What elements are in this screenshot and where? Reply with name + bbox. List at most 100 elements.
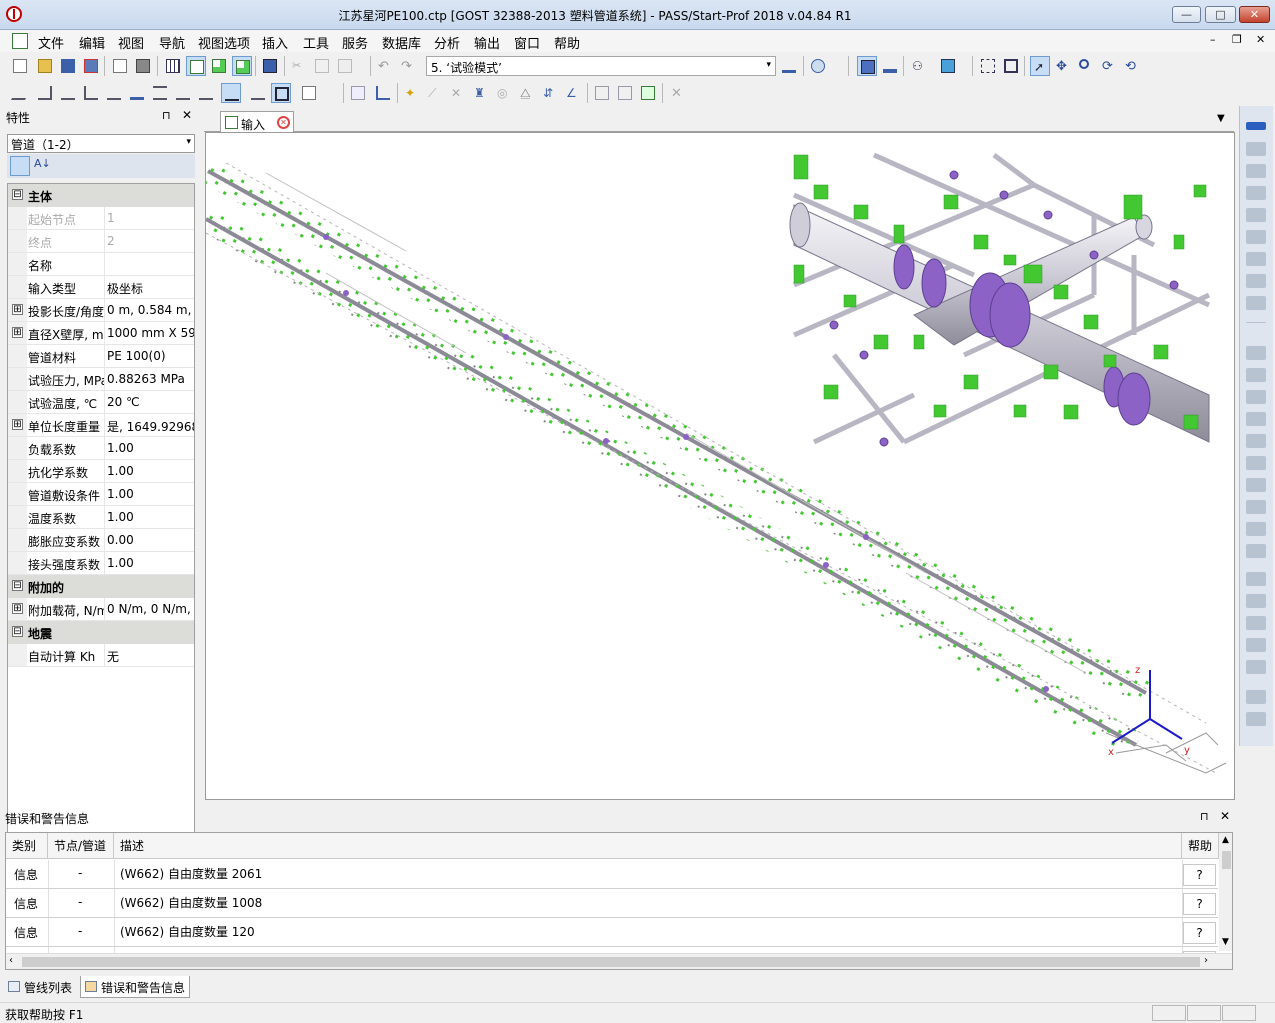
menu-analysis[interactable]: 分析 — [434, 33, 460, 52]
property-row[interactable]: 试验温度, ℃ 20 ℃ — [8, 391, 194, 414]
property-row[interactable]: 终点 2 — [8, 230, 194, 253]
pin-icon[interactable]: ⊓ — [162, 109, 171, 122]
insert-expansion-joint-icon[interactable] — [150, 83, 170, 103]
split-icon[interactable]: ✕ — [448, 83, 468, 103]
palette-gauge-icon[interactable] — [1246, 660, 1266, 674]
menu-tools[interactable]: 工具 — [303, 33, 329, 52]
collapse-icon[interactable]: ⊟ — [12, 626, 23, 637]
insert-anchor-icon[interactable] — [221, 83, 241, 103]
message-row[interactable]: 信息 - (W662) 自由度数量 2061? — [6, 860, 1218, 889]
menu-view[interactable]: 视图 — [118, 33, 144, 52]
print-icon[interactable] — [133, 56, 153, 76]
property-value[interactable]: 1.00 — [104, 506, 194, 528]
property-value[interactable]: 0 m, 0.584 m, 0 — [104, 299, 194, 321]
menu-output[interactable]: 输出 — [474, 33, 500, 52]
document-icon[interactable] — [12, 33, 28, 49]
insert-support-icon[interactable] — [173, 83, 193, 103]
tab-list-arrow-icon[interactable]: ▼ — [1217, 113, 1225, 124]
messages-horizontal-scrollbar[interactable]: ‹ › — [6, 953, 1232, 969]
palette-valve-icon[interactable] — [1246, 252, 1266, 266]
move-icon[interactable]: ⇵ — [540, 83, 560, 103]
palette-cap-icon[interactable] — [1246, 208, 1266, 222]
open-folder-icon[interactable] — [35, 56, 55, 76]
collapse-icon[interactable]: ⊟ — [12, 580, 23, 591]
palette-spring-icon[interactable] — [1246, 412, 1266, 426]
palette-restraint-icon[interactable] — [1246, 478, 1266, 492]
menu-file[interactable]: 文件 — [38, 33, 64, 52]
group-icon[interactable] — [638, 83, 658, 103]
minimize-button[interactable]: — — [1172, 6, 1201, 23]
property-row[interactable]: 试验压力, MPa 0.88263 MPa — [8, 368, 194, 391]
insert-bend-icon[interactable] — [35, 83, 55, 103]
property-category[interactable]: ⊟ 附加的 — [8, 575, 194, 598]
measure-icon[interactable]: ⟋ — [425, 83, 445, 103]
sort-az-icon[interactable]: A↓ — [34, 157, 52, 175]
expand-icon[interactable]: ⊞ — [12, 603, 23, 614]
messages-vertical-scrollbar[interactable]: ▲ ▼ — [1219, 833, 1232, 951]
close-icon[interactable]: ✕ — [182, 108, 192, 122]
property-value[interactable]: 0.88263 MPa — [104, 368, 194, 390]
menu-help[interactable]: 帮助 — [554, 33, 580, 52]
property-value[interactable]: 20 ℃ — [104, 391, 194, 413]
clone-icon[interactable] — [592, 83, 612, 103]
property-value[interactable]: 1000 mm X 59. — [104, 322, 194, 344]
palette-rod-icon[interactable] — [1246, 456, 1266, 470]
new-file-icon[interactable] — [10, 56, 30, 76]
property-row[interactable]: 管道敷设条件 1.00 — [8, 483, 194, 506]
palette-nozzle-icon[interactable] — [1246, 296, 1266, 310]
expand-icon[interactable]: ⊞ — [12, 419, 23, 430]
palette-guide-icon[interactable] — [1246, 368, 1266, 382]
column-header-node[interactable]: 节点/管道 — [48, 833, 114, 859]
select-cursor-icon[interactable]: ➚ — [1030, 56, 1050, 76]
categorized-icon[interactable] — [10, 156, 30, 176]
expand-icon[interactable]: ⊞ — [12, 327, 23, 338]
view-3d-icon[interactable] — [857, 56, 877, 76]
analysis-mode-select[interactable]: 5. ‘试验模式’ ▾ — [426, 56, 776, 76]
palette-snubber-icon[interactable] — [1246, 690, 1266, 704]
palette-stop-icon[interactable] — [1246, 500, 1266, 514]
palette-joint-icon[interactable] — [1246, 274, 1266, 288]
column-header-description[interactable]: 描述 — [114, 833, 1182, 859]
message-help-button[interactable]: ? — [1183, 864, 1216, 886]
property-row[interactable]: 名称 — [8, 253, 194, 276]
zoom-window-icon[interactable] — [978, 56, 998, 76]
insert-pipe-icon[interactable] — [10, 83, 34, 103]
mdi-minimize-button[interactable]: – — [1210, 33, 1216, 46]
menu-view-options[interactable]: 视图选项 — [198, 33, 250, 52]
message-help-button[interactable]: ? — [1183, 893, 1216, 915]
scroll-right-icon[interactable]: › — [1204, 955, 1208, 966]
copy-branch-icon[interactable] — [348, 83, 368, 103]
close-button[interactable]: ✕ — [1239, 6, 1270, 23]
message-row[interactable]: 信息 - (W662) 自由度数量 120? — [6, 918, 1218, 947]
property-category[interactable]: ⊟ 主体 — [8, 184, 194, 207]
wand-icon[interactable]: ✦ — [402, 83, 422, 103]
palette-flange-icon[interactable] — [1246, 230, 1266, 244]
save-icon[interactable] — [58, 56, 78, 76]
input-view-icon[interactable] — [186, 56, 206, 76]
palette-damper-icon[interactable] — [1246, 712, 1266, 726]
palette-anchor-icon[interactable] — [1246, 346, 1266, 360]
insert-valve-icon[interactable] — [104, 83, 124, 103]
collapse-icon[interactable]: ⊟ — [12, 189, 23, 200]
insert-reducer-icon[interactable] — [81, 83, 101, 103]
property-row[interactable]: ⊞ 直径X壁厚, mm1000 mm X 59. — [8, 322, 194, 345]
scroll-up-icon[interactable]: ▲ — [1222, 835, 1229, 845]
property-row[interactable]: 温度系数 1.00 — [8, 506, 194, 529]
insert-flange-icon[interactable] — [127, 83, 147, 103]
insert-note-icon[interactable] — [299, 83, 319, 103]
expand-icon[interactable]: ⊞ — [12, 304, 23, 315]
orbit-icon[interactable]: ⟲ — [1122, 56, 1142, 76]
palette-equipment-icon[interactable] — [1246, 572, 1266, 586]
property-value[interactable]: 1.00 — [104, 437, 194, 459]
property-value[interactable]: 1.00 — [104, 460, 194, 482]
insert-hanger-icon[interactable] — [196, 83, 216, 103]
mirror-icon[interactable]: ⧋ — [517, 83, 537, 103]
angle-icon[interactable]: ∠ — [563, 83, 583, 103]
scroll-left-icon[interactable]: ‹ — [9, 955, 13, 966]
palette-base-icon[interactable] — [1246, 544, 1266, 558]
rotate-icon[interactable]: ⟳ — [1099, 56, 1119, 76]
cut-icon[interactable]: ✂ — [289, 56, 309, 76]
view-2d-icon[interactable] — [880, 56, 900, 76]
tree-icon[interactable] — [373, 83, 393, 103]
property-row[interactable]: 自动计算 Kh 无 — [8, 644, 194, 667]
